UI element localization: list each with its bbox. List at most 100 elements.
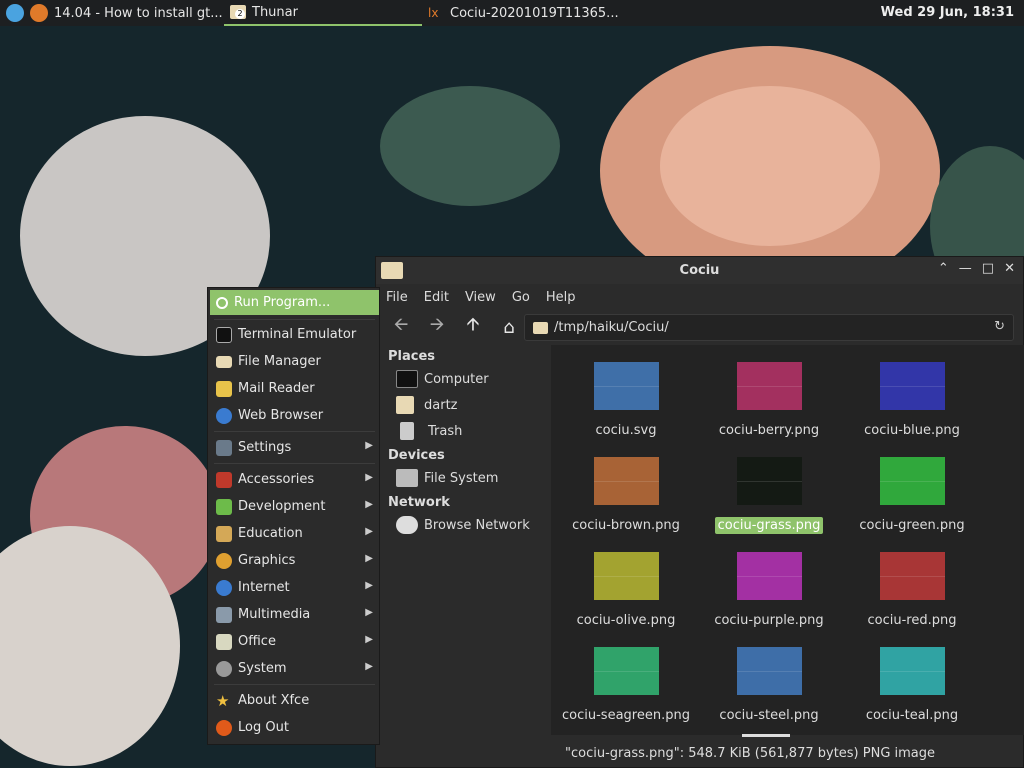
image-thumbnail [736,457,802,505]
trash-icon [400,422,414,440]
back-arrow-icon[interactable]: 🡨 [390,312,412,342]
file-name: cociu-green.png [859,518,965,533]
taskbar-item-browser[interactable]: 14.04 - How to install gt... [48,0,224,26]
sidebar-item-trash[interactable]: Trash [376,418,551,444]
whisker-menu-icon[interactable] [6,4,24,22]
taskbar-item-image-viewer[interactable]: lx Cociu-20201019T11365... [422,0,632,26]
menu-item-label: About Xfce [238,693,310,708]
menu-item-web-browser[interactable]: Web Browser [210,403,379,428]
file-name: cociu-teal.png [865,708,959,723]
file-item[interactable]: cociu-olive.png [556,535,696,630]
menu-go[interactable]: Go [512,290,530,305]
menu-item-run-program[interactable]: Run Program... [210,290,379,315]
menu-item-office[interactable]: Office ▶ [210,629,379,654]
taskbar-item-thunar[interactable]: 2 Thunar [224,0,422,26]
menu-item-internet[interactable]: Internet ▶ [210,575,379,600]
file-item[interactable]: cociu-blue.png [842,345,982,440]
file-name: cociu-olive.png [576,613,676,628]
menu-item-label: Accessories [238,472,315,487]
sidebar-item-home[interactable]: dartz [376,392,551,418]
menu-item-accessories[interactable]: Accessories ▶ [210,467,379,492]
file-name: cociu-blue.png [864,423,960,438]
image-thumbnail [736,362,802,410]
file-item[interactable]: cociu-red.png [842,535,982,630]
image-viewer-icon: lx [428,6,439,20]
menu-separator [214,431,375,432]
image-thumbnail [736,647,802,695]
file-name: cociu.svg [595,423,657,438]
file-item[interactable]: cociu.svg [556,345,696,440]
menu-item-label: Development [238,499,326,514]
maximize-icon[interactable]: □ [982,261,994,276]
menu-help[interactable]: Help [546,290,576,305]
devices-heading: Devices [388,448,445,463]
submenu-arrow-icon: ▶ [365,580,373,591]
submenu-arrow-icon: ▶ [365,634,373,645]
computer-icon [396,370,418,388]
menu-item-about-xfce[interactable]: ★ About Xfce [210,688,379,713]
terminal-icon [216,326,232,343]
sidebar-item-label: Browse Network [424,517,530,533]
menu-item-system[interactable]: System ▶ [210,656,379,681]
clock[interactable]: Wed 29 Jun, 18:31 [881,5,1014,20]
menu-item-file-manager[interactable]: File Manager [210,349,379,374]
file-item[interactable]: cociu-purple.png [699,535,839,630]
menu-item-label: Education [238,526,303,541]
menu-item-log-out[interactable]: Log Out [210,715,379,740]
file-icon-view[interactable]: cociu.svg cociu-berry.png cociu-blue.png… [551,345,1024,735]
menu-item-terminal[interactable]: Terminal Emulator [210,322,379,347]
forward-arrow-icon[interactable]: 🡪 [426,312,448,342]
close-icon[interactable]: ✕ [1004,261,1015,276]
menu-item-mail-reader[interactable]: Mail Reader [210,376,379,401]
folder-icon [216,355,232,368]
menu-item-development[interactable]: Development ▶ [210,494,379,519]
menu-item-label: Multimedia [238,607,311,622]
submenu-arrow-icon: ▶ [365,472,373,483]
menu-item-label: Office [238,634,276,649]
up-arrow-icon[interactable]: 🡩 [462,312,484,342]
drive-icon [396,469,418,487]
cloud-icon [396,516,418,534]
menu-item-education[interactable]: Education ▶ [210,521,379,546]
globe-icon [216,407,232,424]
window-titlebar[interactable]: Cociu ⌃ — □ ✕ [376,257,1023,284]
file-item[interactable]: cociu-teal.png [842,630,982,725]
menu-view[interactable]: View [465,290,496,305]
network-heading: Network [388,495,450,510]
development-icon [216,498,232,515]
sidebar-item-label: Trash [428,423,463,439]
sidebar-item-computer[interactable]: Computer [376,366,551,392]
file-item-selected[interactable]: cociu-grass.png [699,440,839,535]
file-item[interactable]: cociu-berry.png [699,345,839,440]
image-thumbnail [593,362,659,410]
multimedia-icon [216,606,232,623]
menu-item-label: Web Browser [238,408,324,423]
file-item[interactable]: cociu-green.png [842,440,982,535]
folder-icon [533,321,548,334]
sidebar-item-filesystem[interactable]: File System [376,465,551,491]
menu-item-settings[interactable]: Settings ▶ [210,435,379,460]
file-name: cociu-red.png [867,613,957,628]
menu-item-label: File Manager [238,354,321,369]
menu-separator [214,684,375,685]
file-item[interactable]: cociu-steel.png [699,630,839,725]
sidebar-item-label: File System [424,470,499,486]
sidebar-item-browse-network[interactable]: Browse Network [376,512,551,538]
menu-file[interactable]: File [386,290,408,305]
reload-icon[interactable]: ↻ [994,319,1005,334]
firefox-icon[interactable] [30,4,48,22]
minimize-icon[interactable]: — [959,261,972,276]
image-thumbnail [879,362,945,410]
search-icon [216,296,228,309]
home-icon[interactable]: ⌂ [498,317,520,338]
file-item[interactable]: cociu-brown.png [556,440,696,535]
menu-item-label: Internet [238,580,290,595]
menu-item-multimedia[interactable]: Multimedia ▶ [210,602,379,627]
menu-item-graphics[interactable]: Graphics ▶ [210,548,379,573]
location-bar[interactable]: /tmp/haiku/Cociu/ ↻ [524,314,1014,341]
file-item[interactable]: cociu-seagreen.png [556,630,696,725]
menu-edit[interactable]: Edit [424,290,449,305]
scroll-indicator[interactable] [742,734,790,737]
shade-icon[interactable]: ⌃ [938,261,949,276]
star-icon: ★ [216,691,230,710]
